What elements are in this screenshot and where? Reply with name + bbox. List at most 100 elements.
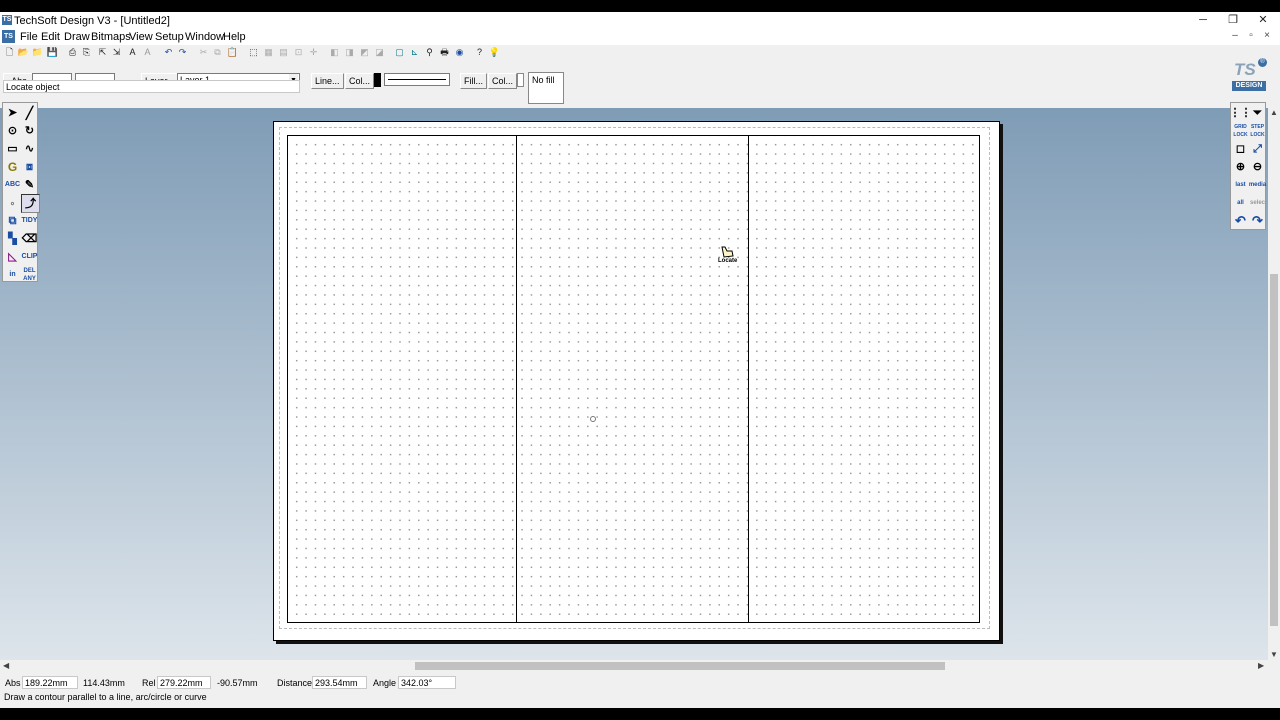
line-button[interactable]: Line... <box>311 73 344 89</box>
spiral-tool-icon[interactable]: G <box>4 158 21 175</box>
text-tool-icon[interactable]: ABC <box>4 176 21 193</box>
line-tool-icon[interactable]: ╱ <box>21 104 38 121</box>
select-arrow-icon[interactable]: ➤ <box>4 104 21 121</box>
eraser-icon[interactable]: ⌫ <box>21 230 38 247</box>
snap-icon[interactable]: ⏷ <box>1249 104 1266 121</box>
vertical-scrollbar[interactable]: ▲ ▼ <box>1268 108 1280 670</box>
menu-edit[interactable]: Edit <box>39 30 62 44</box>
arc-tool-icon[interactable]: ↻ <box>21 122 38 139</box>
menu-view[interactable]: View <box>127 30 155 44</box>
contour-tool-icon[interactable]: ⤴ <box>21 194 40 213</box>
curve-tool-icon[interactable]: ∿ <box>21 140 38 157</box>
undo-view-icon[interactable]: ↶ <box>1232 212 1249 229</box>
scroll-right-icon[interactable]: ▶ <box>1258 661 1264 670</box>
drawing-frame[interactable] <box>287 135 980 623</box>
vertical-scroll-thumb[interactable] <box>1270 274 1278 626</box>
grid-icon[interactable]: ⋮⋮ <box>1230 104 1252 121</box>
ruler-icon[interactable]: ⊾ <box>408 46 421 59</box>
hint-icon[interactable]: 💡 <box>488 46 501 59</box>
tidy-tool-icon[interactable]: TIDY <box>21 212 38 229</box>
node-edit-icon[interactable]: ✎ <box>21 176 38 193</box>
back-icon[interactable]: ◨ <box>343 46 356 59</box>
doc-restore-icon[interactable]: ▫ <box>1244 30 1258 41</box>
horizontal-scrollbar[interactable]: ◀ ▶ <box>0 660 1268 672</box>
fill-color-swatch[interactable] <box>517 73 524 87</box>
fill-color-button[interactable]: Col... <box>488 73 518 89</box>
zoom-out-icon[interactable]: ⊖ <box>1249 158 1266 175</box>
fill-tool-icon[interactable]: ▚ <box>4 230 21 247</box>
undo-icon[interactable]: ↶ <box>162 46 175 59</box>
menu-window[interactable]: Window <box>183 30 226 44</box>
document-icon[interactable]: TS <box>2 30 15 43</box>
open-icon[interactable]: 📂 <box>17 46 30 59</box>
line-style-field[interactable] <box>384 73 450 86</box>
panel-divider-line[interactable] <box>748 135 749 623</box>
scroll-up-icon[interactable]: ▲ <box>1270 108 1278 117</box>
font-small-icon[interactable]: A <box>141 46 154 59</box>
align-icon[interactable]: ⊡ <box>292 46 305 59</box>
clip-tool-icon[interactable]: CLIP <box>21 248 38 265</box>
minimize-button[interactable]: ─ <box>1188 12 1218 29</box>
hint-text: Draw a contour parallel to a line, arc/c… <box>4 692 207 702</box>
paste-icon[interactable]: 📋 <box>226 46 239 59</box>
zoom-last-button[interactable]: last <box>1232 176 1249 193</box>
export-icon[interactable]: ⇱ <box>96 46 109 59</box>
close-button[interactable]: ✕ <box>1248 12 1278 29</box>
save-icon[interactable]: 💾 <box>46 46 59 59</box>
shape-tool-icon[interactable]: ◺ <box>4 248 21 265</box>
polygon-tool-icon[interactable]: ⧈ <box>21 158 38 175</box>
points-tool-icon[interactable]: ∘ <box>4 194 21 211</box>
font-icon[interactable]: A <box>126 46 139 59</box>
print-icon[interactable]: ⎙ <box>66 46 79 59</box>
fill-preview: No fill <box>528 72 564 104</box>
redo-view-icon[interactable]: ↷ <box>1249 212 1266 229</box>
help-pointer-icon[interactable]: ? <box>473 46 486 59</box>
circle-tool-icon[interactable]: ⊙ <box>4 122 21 139</box>
doc-minimize-icon[interactable]: – <box>1228 30 1242 41</box>
rectangle-tool-icon[interactable]: ▭ <box>4 140 21 157</box>
scroll-left-icon[interactable]: ◀ <box>3 661 9 670</box>
zoom-select-button[interactable]: selec <box>1249 194 1266 211</box>
scroll-down-icon[interactable]: ▼ <box>1270 650 1278 659</box>
restore-button[interactable]: ❐ <box>1218 12 1248 29</box>
line-color-button[interactable]: Col... <box>345 73 375 89</box>
front-icon[interactable]: ◧ <box>328 46 341 59</box>
copy-icon[interactable]: ⧉ <box>211 46 224 59</box>
zoom-media-button[interactable]: media <box>1249 176 1266 193</box>
import-icon[interactable]: ⇲ <box>110 46 123 59</box>
backward-icon[interactable]: ◪ <box>373 46 386 59</box>
line-color-swatch[interactable] <box>374 73 381 87</box>
group-icon[interactable]: ▦ <box>262 46 275 59</box>
ungroup-icon[interactable]: ▤ <box>277 46 290 59</box>
cursor-label: Locate <box>718 258 738 264</box>
zoom-tool-icon[interactable]: ⚲ <box>423 46 436 59</box>
menu-draw[interactable]: Draw <box>62 30 92 44</box>
center-icon[interactable]: ✛ <box>307 46 320 59</box>
zoom-page-icon[interactable]: ◻ <box>1232 140 1249 157</box>
frame-icon[interactable]: ▢ <box>393 46 406 59</box>
grid-lock-button[interactable]: GRID LOCK <box>1232 122 1249 139</box>
select-all-icon[interactable]: ⬚ <box>247 46 260 59</box>
menu-setup[interactable]: Setup <box>153 30 186 44</box>
step-lock-button[interactable]: STEP LOCK <box>1249 122 1266 139</box>
menu-file[interactable]: File <box>18 30 40 44</box>
print-setup-icon[interactable]: ⎘ <box>80 46 93 59</box>
in-tool-icon[interactable]: in <box>4 266 21 283</box>
fill-button[interactable]: Fill... <box>460 73 487 89</box>
horizontal-scroll-thumb[interactable] <box>415 662 945 670</box>
menu-help[interactable]: Help <box>221 30 248 44</box>
transform-tool-icon[interactable]: ⧉ <box>4 212 21 229</box>
panel-divider-line[interactable] <box>516 135 517 623</box>
zoom-all-button[interactable]: all <box>1232 194 1249 211</box>
cut-icon[interactable]: ✂ <box>197 46 210 59</box>
zoom-fit-icon[interactable]: ⤢ <box>1249 140 1266 157</box>
open-folder-icon[interactable]: 📁 <box>31 46 44 59</box>
delete-any-icon[interactable]: DEL ANY <box>21 266 38 283</box>
globe-icon[interactable]: ◉ <box>453 46 466 59</box>
printer-icon[interactable]: 🖶 <box>438 46 451 59</box>
doc-close-icon[interactable]: × <box>1260 30 1274 41</box>
new-file-icon[interactable]: 🗋 <box>3 46 16 59</box>
zoom-in-icon[interactable]: ⊕ <box>1232 158 1249 175</box>
forward-icon[interactable]: ◩ <box>358 46 371 59</box>
redo-icon[interactable]: ↷ <box>176 46 189 59</box>
